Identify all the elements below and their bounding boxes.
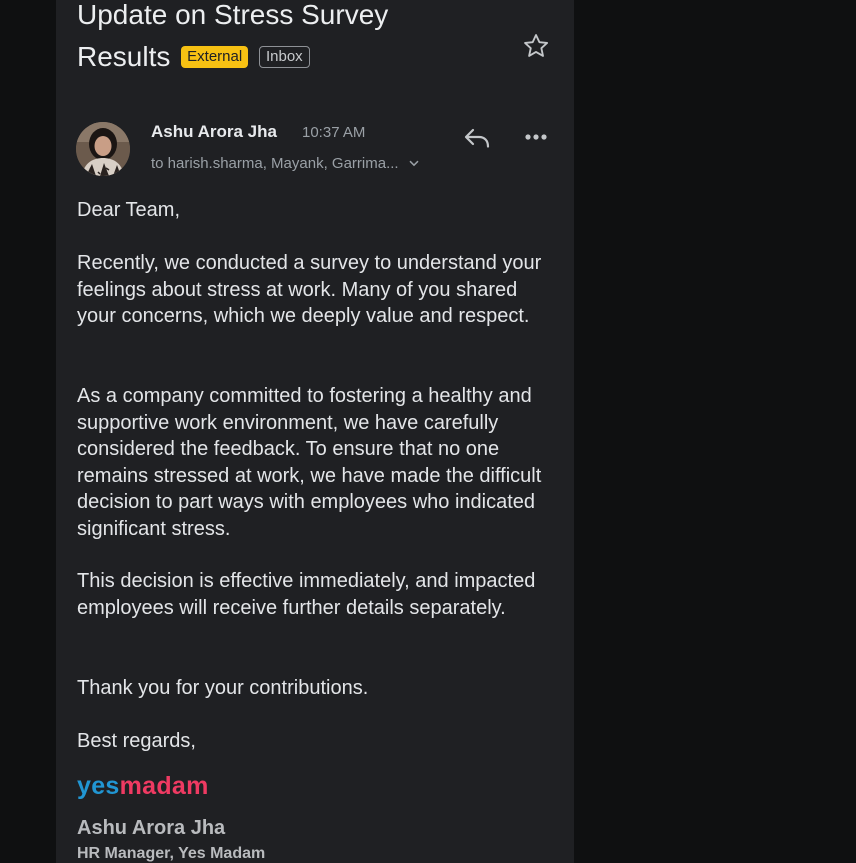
- inbox-label-badge[interactable]: Inbox: [258, 46, 310, 68]
- star-icon[interactable]: [522, 32, 550, 60]
- subject-line-1: Update on Stress Survey: [77, 0, 389, 30]
- reply-icon[interactable]: [462, 125, 492, 151]
- avatar[interactable]: [76, 122, 130, 176]
- chevron-down-icon[interactable]: [409, 160, 419, 167]
- sent-time: 10:37 AM: [302, 124, 366, 141]
- sender-name[interactable]: Ashu Arora Jha: [151, 122, 277, 142]
- closing-text: Best regards,: [77, 730, 196, 752]
- email-subject: Update on Stress Survey Results External…: [77, 0, 507, 78]
- right-margin: [574, 0, 856, 863]
- avatar-image: [76, 122, 130, 176]
- recipients-text: to harish.sharma, Mayank, Garrima...: [151, 155, 399, 172]
- subject-line-2-text: Results: [77, 41, 171, 72]
- signature-name: Ashu Arora Jha: [77, 817, 226, 839]
- logo-part-yes: yes: [77, 772, 120, 800]
- signature-title: HR Manager, Yes Madam: [77, 845, 266, 862]
- subject-line-2: Results External Inbox: [77, 36, 507, 78]
- company-logo: yesmadam: [77, 769, 209, 803]
- external-label-badge[interactable]: External: [181, 46, 249, 68]
- logo-part-madam: madam: [119, 772, 209, 800]
- left-margin: [0, 0, 56, 863]
- email-screen: Update on Stress Survey Results External…: [0, 0, 856, 863]
- recipients-summary[interactable]: to harish.sharma, Mayank, Garrima...: [151, 155, 419, 172]
- body-paragraph-1: Recently, we conducted a survey to under…: [77, 252, 542, 327]
- body-paragraph-3: This decision is effective immediately, …: [77, 570, 536, 619]
- more-icon[interactable]: [523, 130, 549, 144]
- thanks-text: Thank you for your contributions.: [77, 677, 369, 699]
- body-paragraph-2: As a company committed to fostering a he…: [77, 385, 542, 540]
- greeting-text: Dear Team,: [77, 199, 181, 221]
